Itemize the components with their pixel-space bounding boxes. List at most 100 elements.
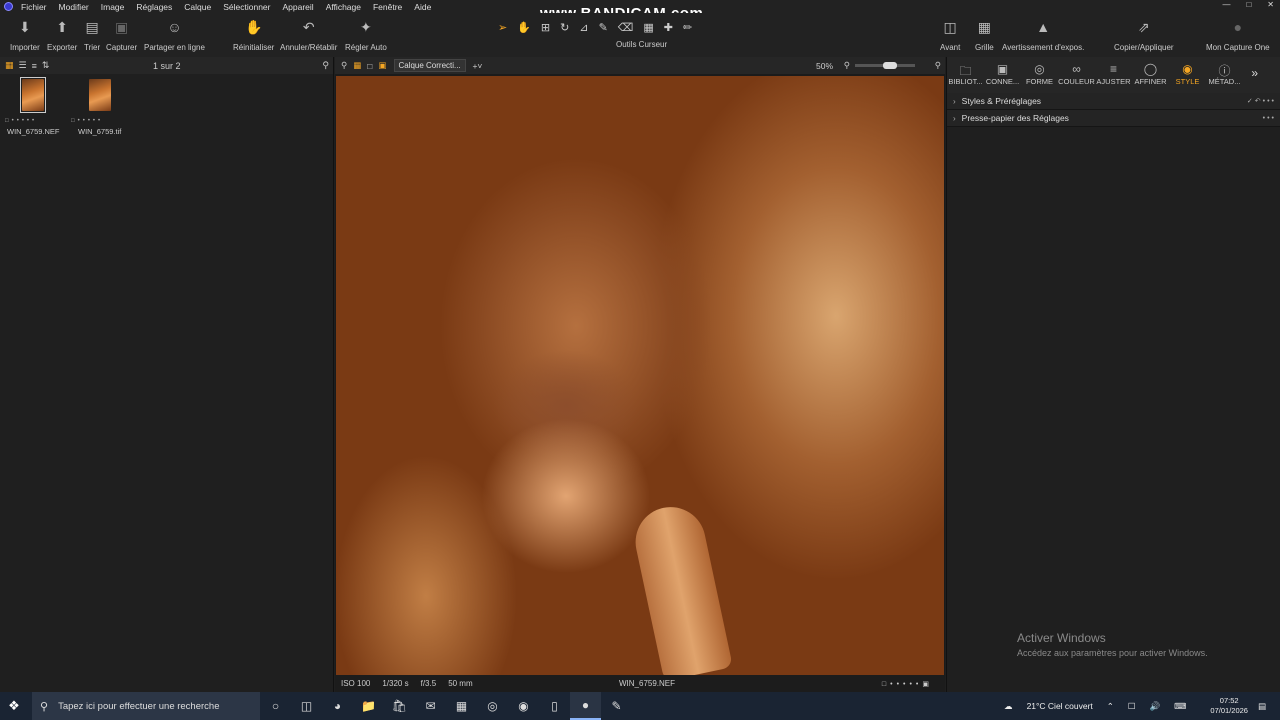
exposure-warning-button[interactable]: ▲ Avertissement d'expos.: [1002, 19, 1084, 52]
edge-icon[interactable]: ◕: [322, 692, 353, 720]
capture-button[interactable]: ▣ Capturer: [106, 19, 137, 53]
multi-view-icon[interactable]: ▦: [353, 60, 361, 71]
picker-tool-icon[interactable]: ✏: [683, 21, 692, 34]
thumbnail-1[interactable]: [20, 77, 46, 113]
keyboard-icon[interactable]: ⌨: [1174, 701, 1186, 712]
thumbnail-2[interactable]: [87, 77, 113, 113]
upload-icon: ⬆: [56, 18, 68, 35]
browser-search-icon[interactable]: ⚲: [322, 60, 329, 71]
proof-view-icon[interactable]: ▣: [378, 60, 386, 71]
capture-one-taskbar-icon[interactable]: ●: [570, 692, 601, 720]
menu-reglages[interactable]: Réglages: [136, 2, 172, 12]
grid-button[interactable]: ▦ Grille: [975, 19, 994, 53]
photos-app-icon[interactable]: ▦: [446, 692, 477, 720]
brush-tool-icon[interactable]: ✎: [599, 21, 608, 34]
capture-one-logo-icon[interactable]: [4, 2, 13, 11]
portrait-photo[interactable]: [336, 76, 944, 675]
reset-button[interactable]: ✋ Réinitialiser: [233, 19, 274, 53]
menu-affichage[interactable]: Affichage: [326, 2, 361, 12]
before-button[interactable]: ◫ Avant: [940, 19, 960, 53]
layer-select[interactable]: Calque Correcti...: [394, 59, 467, 72]
notification-icon[interactable]: ▤: [1258, 701, 1266, 712]
menu-fichier[interactable]: Fichier: [21, 2, 47, 12]
minimize-icon[interactable]: —: [1222, 0, 1230, 9]
taskbar-search-box[interactable]: ⚲ Tapez ici pour effectuer une recherche: [32, 692, 260, 720]
menu-appareil[interactable]: Appareil: [283, 2, 314, 12]
tab-label: CONNE...: [985, 77, 1020, 86]
pan-tool-icon[interactable]: ✋: [517, 21, 531, 34]
tab-style[interactable]: ◉ STYLE: [1169, 57, 1206, 86]
shutter-value: 1/320 s: [382, 679, 409, 688]
zoom-out-icon[interactable]: ⚲: [844, 60, 850, 71]
weather-text[interactable]: 21°C Ciel couvert: [1027, 701, 1093, 711]
file-explorer-icon[interactable]: 📁: [353, 692, 384, 720]
chrome-icon[interactable]: ◎: [477, 692, 508, 720]
tab-color[interactable]: ∞ COULEUR: [1058, 57, 1095, 86]
rotate-tool-icon[interactable]: ↻: [560, 21, 569, 34]
menu-fenetre[interactable]: Fenêtre: [373, 2, 402, 12]
rating-dots-2[interactable]: □•••••: [71, 118, 103, 124]
zoom-in-icon[interactable]: ⚲: [935, 60, 941, 71]
store-icon[interactable]: 🛍: [384, 692, 415, 720]
record-icon[interactable]: ◉: [508, 692, 539, 720]
menu-image[interactable]: Image: [101, 2, 125, 12]
grid-view-icon[interactable]: ▦: [5, 60, 14, 71]
eraser-tool-icon[interactable]: ⌫: [618, 21, 634, 34]
pointer-tool-icon[interactable]: ➢: [498, 21, 507, 34]
menu-aide[interactable]: Aide: [414, 2, 431, 12]
network-icon[interactable]: ☐: [1128, 701, 1136, 712]
search-icon[interactable]: ⚲: [341, 60, 347, 71]
pen-app-icon[interactable]: ✎: [601, 692, 632, 720]
cortana-icon[interactable]: ○: [260, 692, 291, 720]
tab-details[interactable]: ◯ AFFINER: [1132, 57, 1169, 86]
sort-order-icon[interactable]: ⇅: [42, 60, 50, 71]
grid-label: Grille: [975, 43, 994, 52]
close-icon[interactable]: ✕: [1267, 0, 1274, 9]
keystone-tool-icon[interactable]: ⊿: [579, 21, 588, 34]
crop-tool-icon[interactable]: ⊞: [541, 21, 550, 34]
volume-icon[interactable]: 🔊: [1150, 701, 1161, 712]
gradient-tool-icon[interactable]: ▦: [643, 21, 653, 34]
tab-adjust[interactable]: ≡ AJUSTER: [1095, 57, 1132, 86]
panel-actions[interactable]: ✓↶•••: [1247, 97, 1276, 105]
add-layer-icon[interactable]: +˅: [472, 61, 482, 71]
camera-icon: ▣: [996, 62, 1009, 76]
copy-apply-button[interactable]: ⇗ Copier/Appliquer: [1114, 19, 1174, 53]
taskbar-clock[interactable]: 07:52 07/01/2026: [1210, 696, 1248, 716]
windows-start-icon[interactable]: ❖: [0, 692, 28, 720]
menu-modifier[interactable]: Modifier: [59, 2, 89, 12]
tab-lens[interactable]: ◎ FORME: [1021, 57, 1058, 86]
weather-icon[interactable]: ☁: [1004, 701, 1013, 712]
sort-button[interactable]: ▤ Trier: [84, 19, 100, 53]
tab-capture[interactable]: ▣ CONNE...: [984, 57, 1021, 86]
task-view-icon[interactable]: ◫: [291, 692, 322, 720]
styles-presets-panel[interactable]: › Styles & Préréglages ✓↶•••: [947, 93, 1280, 110]
tab-library[interactable]: 🗀 BIBLIOT...: [947, 57, 984, 86]
auto-adjust-button[interactable]: ✦ Régler Auto: [345, 19, 387, 53]
mail-icon[interactable]: ✉: [415, 692, 446, 720]
tab-metadata[interactable]: ⓘ MÉTAD...: [1206, 57, 1243, 86]
notepad-icon[interactable]: ▯: [539, 692, 570, 720]
single-view-icon[interactable]: □: [367, 61, 372, 71]
panel-actions[interactable]: •••: [1263, 115, 1276, 122]
export-button[interactable]: ⬆ Exporter: [47, 18, 77, 53]
menu-calque[interactable]: Calque: [184, 2, 211, 12]
rating-dots[interactable]: □•••••▣: [882, 680, 933, 688]
zoom-slider-knob[interactable]: [883, 62, 897, 69]
image-count: 1 sur 2: [153, 60, 181, 71]
maximize-icon[interactable]: □: [1246, 0, 1251, 9]
heal-tool-icon[interactable]: ✚: [664, 21, 673, 34]
menu-selectionner[interactable]: Sélectionner: [223, 2, 270, 12]
undo-redo-button[interactable]: ↶ Annuler/Rétablir: [280, 19, 337, 53]
my-capture-one-button[interactable]: ● Mon Capture One: [1206, 19, 1270, 52]
zoom-slider[interactable]: [855, 62, 915, 69]
settings-clipboard-panel[interactable]: › Presse-papier des Réglages •••: [947, 110, 1280, 127]
rating-dots-1[interactable]: □•••••: [5, 118, 37, 124]
import-button[interactable]: ⬇ Importer: [10, 19, 40, 53]
share-button[interactable]: ☺ Partager en ligne: [144, 19, 205, 52]
panel-title: Styles & Préréglages: [961, 96, 1042, 106]
tray-chevron-icon[interactable]: ⌃: [1107, 701, 1114, 712]
list-view-icon[interactable]: ☰: [19, 60, 27, 71]
more-tabs-icon[interactable]: »: [1251, 66, 1258, 80]
filmstrip-view-icon[interactable]: ≡: [32, 61, 37, 71]
